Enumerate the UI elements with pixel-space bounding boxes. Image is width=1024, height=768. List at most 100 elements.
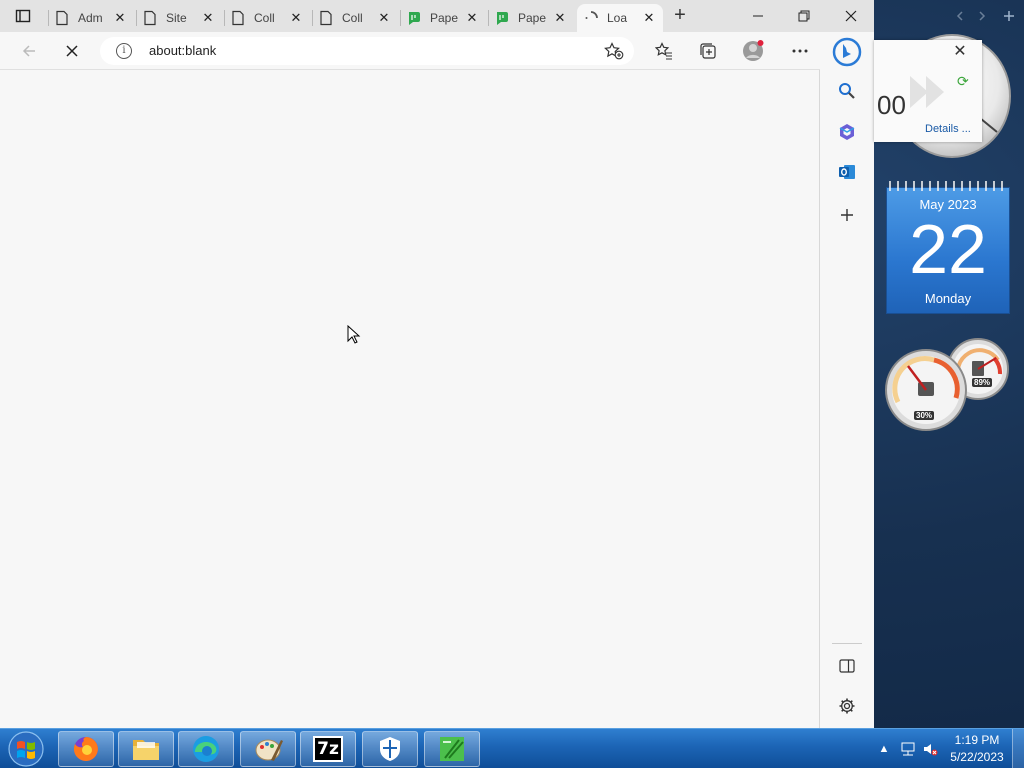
- address-bar[interactable]: i about:blank: [100, 37, 634, 65]
- outlook-icon: [839, 165, 855, 179]
- cpu-meter-gadget[interactable]: 30% 89%: [884, 338, 1010, 432]
- add-favorite-icon[interactable]: [604, 42, 624, 60]
- bing-button[interactable]: [832, 37, 862, 67]
- browser-window: Adm ✕ Site ✕ Coll ✕ Coll ✕ Pape ✕ Pape ✕: [0, 0, 874, 728]
- speaker-muted-icon: [924, 744, 938, 756]
- stop-icon: [66, 45, 78, 57]
- taskbar-file-explorer[interactable]: [118, 731, 174, 767]
- start-button[interactable]: [4, 730, 48, 768]
- favorites-icon: [655, 42, 672, 60]
- network-icon-glyph: [901, 742, 915, 756]
- taskbar-7zip[interactable]: 7z: [300, 731, 356, 767]
- edge-sidebar: [820, 32, 874, 728]
- firefox-icon: [73, 737, 98, 761]
- taskbar-defender[interactable]: [362, 731, 418, 767]
- collections-button[interactable]: [693, 36, 723, 66]
- tab-site[interactable]: Site ✕: [136, 4, 222, 32]
- page-icon: [320, 10, 332, 26]
- edge-icon: [193, 736, 219, 762]
- sidebar-add-button[interactable]: [834, 202, 860, 228]
- favorites-button[interactable]: [649, 36, 679, 66]
- tab-label: Loa: [607, 11, 628, 25]
- close-icon[interactable]: ✕: [288, 10, 304, 26]
- restore-button[interactable]: [781, 0, 827, 32]
- popup-number: 00: [877, 90, 906, 120]
- close-icon[interactable]: ✕: [464, 10, 480, 26]
- show-desktop-button[interactable]: [1012, 729, 1024, 768]
- page-icon: [232, 10, 244, 26]
- page-content[interactable]: [0, 70, 820, 728]
- tab-label: Pape: [430, 11, 459, 25]
- sidebar-toggle-icon: [839, 659, 855, 673]
- tab-label: Site: [166, 11, 187, 25]
- 7zip-icon: 7z: [313, 736, 343, 762]
- tab-paper-2[interactable]: Pape ✕: [488, 4, 574, 32]
- back-arrow-icon: [22, 45, 35, 57]
- calendar-rings-icon: [889, 181, 1003, 191]
- show-hidden-icons-button[interactable]: ▲: [876, 741, 892, 757]
- tab-coll-1[interactable]: Coll ✕: [224, 4, 310, 32]
- tab-label: Coll: [342, 11, 363, 25]
- gadget-nav-arrows-icon[interactable]: [952, 8, 1016, 24]
- bing-icon: [832, 37, 862, 67]
- close-window-button[interactable]: [828, 0, 874, 32]
- taskbar-time[interactable]: 1:19 PM: [944, 733, 1010, 747]
- cpu-usage-label: 30%: [914, 411, 935, 420]
- tab-loading[interactable]: Loa ✕: [577, 4, 663, 32]
- tab-paper-1[interactable]: Pape ✕: [400, 4, 486, 32]
- back-button[interactable]: [14, 36, 44, 66]
- close-icon[interactable]: ✕: [200, 10, 216, 26]
- paperclip-green-icon: [497, 12, 508, 25]
- site-info-icon[interactable]: i: [116, 43, 132, 59]
- sidebar-settings-button[interactable]: [834, 693, 860, 719]
- profile-button[interactable]: [738, 36, 768, 66]
- tab-admin[interactable]: Adm ✕: [48, 4, 134, 32]
- close-icon[interactable]: ✕: [552, 10, 568, 26]
- calendar-gadget[interactable]: May 2023 22 Monday: [886, 181, 1010, 314]
- add-icon: [841, 209, 853, 221]
- tab-coll-2[interactable]: Coll ✕: [312, 4, 398, 32]
- taskbar-date[interactable]: 5/22/2023: [944, 750, 1010, 764]
- paint-icon: [255, 739, 283, 761]
- sidebar-office-button[interactable]: [834, 119, 860, 145]
- file-explorer-icon: [133, 740, 159, 760]
- paper-app-icon: [440, 737, 464, 761]
- close-icon[interactable]: ✕: [952, 44, 968, 60]
- restore-icon: [798, 10, 810, 22]
- close-icon: [845, 10, 857, 22]
- stop-loading-button[interactable]: [57, 36, 87, 66]
- network-icon[interactable]: [900, 741, 916, 757]
- collections-icon: [700, 43, 716, 59]
- office-icon: [839, 124, 855, 140]
- close-icon[interactable]: ✕: [641, 10, 657, 26]
- taskbar-paint[interactable]: [240, 731, 296, 767]
- new-tab-button[interactable]: +: [668, 4, 692, 28]
- taskbar-firefox[interactable]: [58, 731, 114, 767]
- page-icon: [144, 10, 156, 26]
- sidebar-outlook-button[interactable]: [834, 159, 860, 185]
- tab-label: Adm: [78, 11, 103, 25]
- search-icon: [839, 83, 855, 99]
- refresh-icon[interactable]: ⟳: [957, 73, 969, 90]
- close-icon[interactable]: ✕: [112, 10, 128, 26]
- minimize-button[interactable]: [735, 0, 781, 32]
- settings-icon: [839, 698, 855, 714]
- windows-start-icon: [8, 731, 44, 767]
- more-options-button[interactable]: [785, 36, 815, 66]
- taskbar-paper-app[interactable]: [424, 731, 480, 767]
- taskbar: 7z ▲ 1:19 PM 5/22/2023: [0, 728, 1024, 768]
- calendar-day: 22: [909, 210, 987, 288]
- address-url: about:blank: [149, 43, 217, 58]
- volume-muted-icon[interactable]: [922, 741, 938, 757]
- more-icon: [792, 49, 808, 53]
- defender-icon: [380, 737, 400, 761]
- hide-sidebar-button[interactable]: [834, 653, 860, 679]
- sidebar-divider: [832, 643, 862, 644]
- details-link[interactable]: Details ...: [925, 123, 971, 135]
- close-icon[interactable]: ✕: [376, 10, 392, 26]
- sidebar-search-button[interactable]: [834, 78, 860, 104]
- tab-actions-button[interactable]: [0, 0, 46, 32]
- taskbar-edge[interactable]: [178, 731, 234, 767]
- memory-usage-label: 89%: [972, 378, 993, 387]
- mouse-cursor-icon: [347, 325, 361, 344]
